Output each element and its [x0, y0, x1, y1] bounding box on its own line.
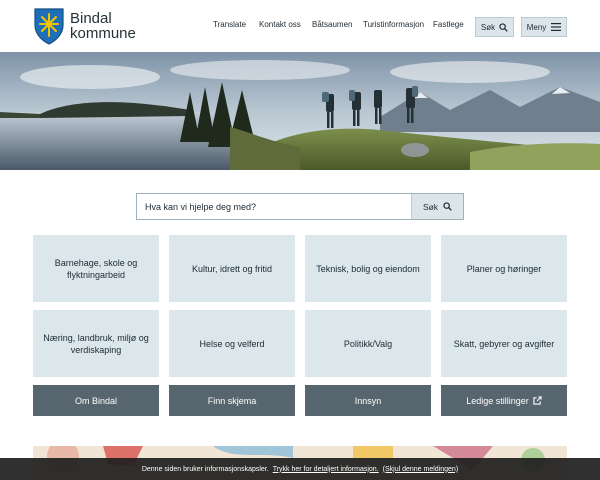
tile-barnehage-skole[interactable]: Barnehage, skole og flyktningarbeid: [33, 235, 159, 302]
cookie-hide-link[interactable]: (Skjul denne meldingen): [383, 466, 459, 473]
brand-line-1: Bindal: [70, 10, 112, 27]
search-input[interactable]: [137, 194, 411, 219]
header-search-label: Søk: [480, 22, 496, 32]
tile-politikk-valg[interactable]: Politikk/Valg: [305, 310, 431, 377]
search-submit-label: Søk: [422, 201, 439, 212]
link-innsyn-label: Innsyn: [354, 395, 382, 406]
brand-line-2: kommune: [70, 25, 136, 42]
external-link-icon: [533, 396, 542, 405]
menu-button[interactable]: Meny: [521, 17, 567, 37]
tile-helse-velferd[interactable]: Helse og velferd: [169, 310, 295, 377]
nav-fastlege[interactable]: Fastlege: [433, 20, 464, 29]
cookie-text: Denne siden bruker informasjonskapsler.: [141, 465, 269, 473]
site-search: Søk: [136, 193, 464, 220]
link-finn-skjema-label: Finn skjema: [207, 395, 257, 406]
nav-batsaumen[interactable]: Båtsaumen: [312, 20, 352, 29]
search-icon: [443, 202, 452, 211]
hamburger-icon: [551, 23, 562, 31]
nav-kontakt-oss[interactable]: Kontakt oss: [259, 20, 301, 29]
link-om-bindal[interactable]: Om Bindal: [33, 385, 159, 416]
hero-landscape-image: [0, 52, 600, 170]
tile-teknisk-bolig[interactable]: Teknisk, bolig og eiendom: [305, 235, 431, 302]
site-header: Bindal kommune Translate Kontakt oss Båt…: [0, 0, 600, 52]
cookie-banner: Denne siden bruker informasjonskapsler. …: [0, 458, 600, 480]
tile-skatt-gebyrer[interactable]: Skatt, gebyrer og avgifter: [441, 310, 567, 377]
site-brand[interactable]: Bindal kommune: [70, 11, 136, 41]
nav-turistinformasjon[interactable]: Turistinformasjon: [363, 20, 424, 29]
link-finn-skjema[interactable]: Finn skjema: [169, 385, 295, 416]
menu-label: Meny: [526, 22, 547, 32]
link-ledige-stillinger[interactable]: Ledige stillinger: [441, 385, 567, 416]
link-ledige-stillinger-label: Ledige stillinger: [466, 395, 529, 406]
tile-naering-landbruk[interactable]: Næring, landbruk, miljø og verdiskaping: [33, 310, 159, 377]
coat-of-arms-icon[interactable]: [33, 7, 65, 45]
nav-translate[interactable]: Translate: [213, 20, 246, 29]
tile-planer-horinger[interactable]: Planer og høringer: [441, 235, 567, 302]
search-submit-button[interactable]: Søk: [411, 194, 463, 219]
cookie-info-link[interactable]: Trykk her for detaljert informasjon.: [273, 466, 379, 473]
header-search-button[interactable]: Søk: [475, 17, 514, 37]
tile-kultur-idrett[interactable]: Kultur, idrett og fritid: [169, 235, 295, 302]
link-om-bindal-label: Om Bindal: [74, 395, 118, 406]
search-icon: [499, 22, 508, 32]
link-innsyn[interactable]: Innsyn: [305, 385, 431, 416]
